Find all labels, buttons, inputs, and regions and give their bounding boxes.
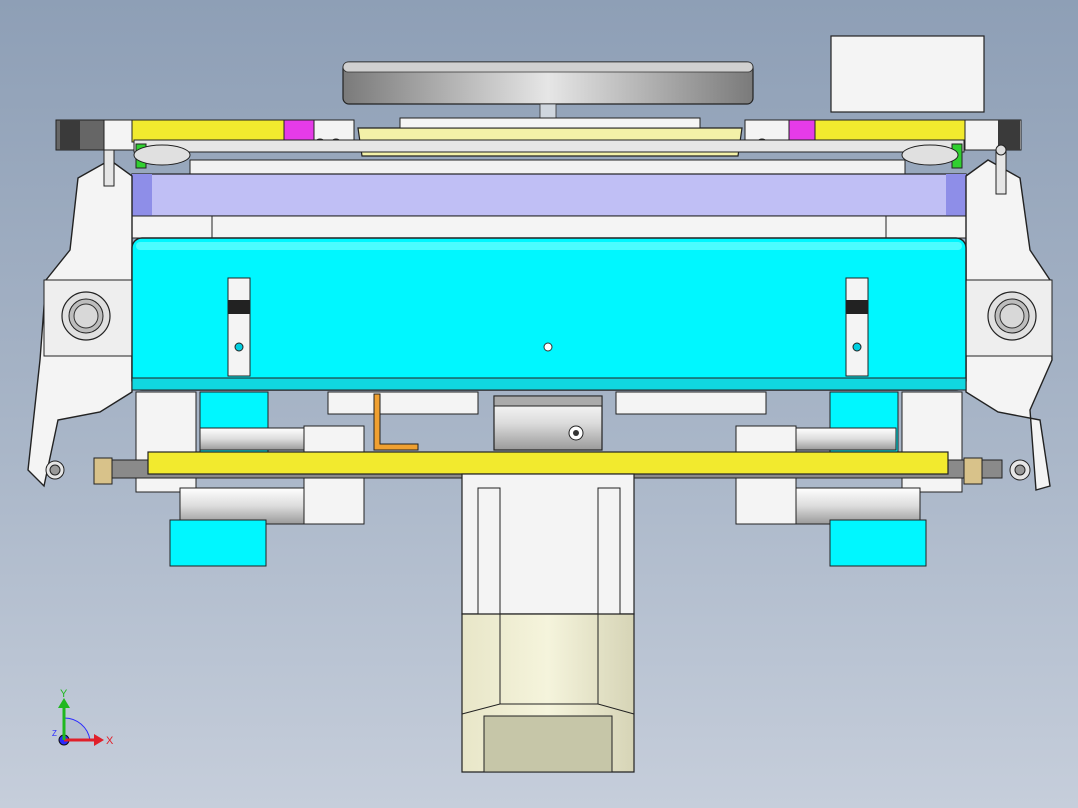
cyan-main-body[interactable] xyxy=(131,237,967,391)
motor-housing[interactable] xyxy=(461,473,635,773)
lavender-plate[interactable] xyxy=(131,173,967,239)
y-axis-label: Y xyxy=(60,688,68,700)
right-side-frame[interactable] xyxy=(965,144,1053,491)
assembly-drawing[interactable] xyxy=(0,0,1078,808)
cad-viewport[interactable]: X Y Z xyxy=(0,0,1078,808)
axis-triad: X Y Z xyxy=(48,686,118,756)
top-rail[interactable] xyxy=(55,117,1022,175)
right-slot-bracket[interactable] xyxy=(845,277,869,377)
z-axis-label: Z xyxy=(52,729,57,738)
left-side-frame[interactable] xyxy=(27,149,133,488)
sensor-box[interactable] xyxy=(830,35,985,113)
x-axis-label: X xyxy=(106,735,114,747)
top-disc[interactable] xyxy=(342,61,754,123)
left-slot-bracket[interactable] xyxy=(227,277,251,377)
